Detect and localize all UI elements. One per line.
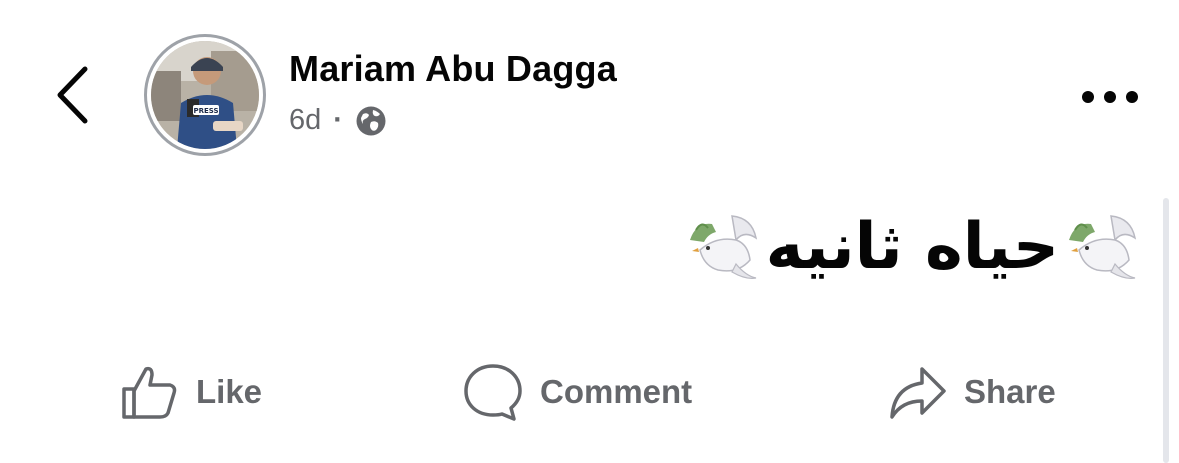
like-button[interactable]: Like <box>118 350 262 434</box>
avatar[interactable]: PRESS <box>144 34 266 156</box>
globe-icon[interactable] <box>355 105 387 137</box>
author-name[interactable]: Mariam Abu Dagga <box>289 48 617 90</box>
post-timestamp[interactable]: 6d <box>289 104 321 137</box>
post-action-bar: Like Comment Share <box>0 350 1179 434</box>
dove-icon <box>689 215 757 279</box>
comment-bubble-icon <box>464 364 522 421</box>
avatar-photo: PRESS <box>151 41 259 149</box>
thumbs-up-icon <box>122 366 177 419</box>
more-horizontal-icon <box>1082 91 1138 103</box>
like-label: Like <box>196 373 263 410</box>
more-options-button[interactable] <box>1070 72 1150 122</box>
share-button[interactable]: Share <box>886 350 1056 434</box>
meta-separator: · <box>333 104 343 136</box>
share-label: Share <box>964 373 1056 410</box>
post-text: حياه ثانيه <box>686 210 1139 284</box>
back-button[interactable] <box>44 60 100 130</box>
comment-button[interactable]: Comment <box>462 350 692 434</box>
dove-icon <box>1069 215 1137 279</box>
comment-label: Comment <box>540 373 693 410</box>
chevron-left-icon <box>57 66 88 124</box>
post-message: حياه ثانيه <box>765 210 1059 284</box>
post-meta: 6d · <box>289 104 387 137</box>
press-label: PRESS <box>193 107 218 115</box>
share-arrow-icon <box>890 367 946 419</box>
